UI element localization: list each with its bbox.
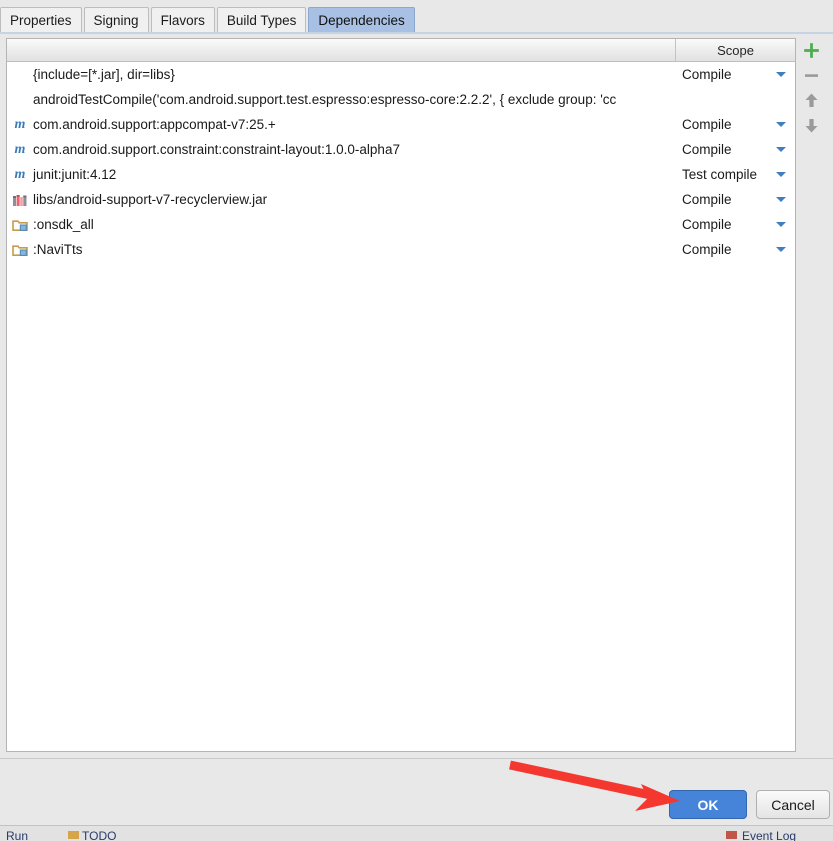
chevron-down-icon[interactable] [776, 247, 786, 252]
dependency-name-cell[interactable]: m com.android.support.constraint:constra… [7, 142, 676, 158]
cancel-button[interactable]: Cancel [756, 790, 830, 819]
scope-cell[interactable]: Compile [676, 217, 795, 232]
event-log-icon [726, 831, 737, 839]
jar-icon [12, 192, 28, 208]
dependency-label: :onsdk_all [33, 217, 94, 232]
dependency-toolbar [797, 38, 826, 752]
scope-cell[interactable]: Compile [676, 117, 795, 132]
table-row[interactable]: m junit:junit:4.12 Test compile [7, 162, 795, 187]
status-run-tool[interactable]: Run [6, 829, 28, 841]
scope-label: Compile [682, 142, 732, 157]
table-row[interactable]: :NaviTts Compile [7, 237, 795, 262]
ide-status-bar: Run TODO Event Log [0, 825, 833, 841]
move-up-button[interactable] [797, 88, 826, 113]
dependency-name-cell[interactable]: libs/android-support-v7-recyclerview.jar [7, 192, 676, 208]
dependency-name-cell[interactable]: androidTestCompile('com.android.support.… [7, 92, 676, 108]
scope-cell[interactable]: Compile [676, 142, 795, 157]
move-down-button[interactable] [797, 113, 826, 138]
scope-label: Compile [682, 242, 732, 257]
todo-icon [68, 831, 79, 839]
chevron-down-icon[interactable] [776, 197, 786, 202]
dependency-label: com.android.support:appcompat-v7:25.+ [33, 117, 276, 132]
dependency-name-cell[interactable]: :NaviTts [7, 242, 676, 258]
no-icon [12, 92, 28, 108]
table-row[interactable]: :onsdk_all Compile [7, 212, 795, 237]
scope-label: Compile [682, 217, 732, 232]
status-event-log-tool[interactable]: Event Log [742, 829, 796, 841]
scope-cell[interactable]: Test compile [676, 167, 795, 182]
chevron-down-icon[interactable] [776, 147, 786, 152]
dependencies-pane: Scope {include=[*.jar], dir=libs} Compil… [0, 35, 833, 755]
chevron-down-icon[interactable] [776, 172, 786, 177]
minus-icon [805, 74, 818, 77]
remove-dependency-button[interactable] [797, 63, 826, 88]
dependencies-table[interactable]: Scope {include=[*.jar], dir=libs} Compil… [6, 38, 796, 752]
table-row[interactable]: {include=[*.jar], dir=libs} Compile [7, 62, 795, 87]
dependency-name-cell[interactable]: {include=[*.jar], dir=libs} [7, 67, 676, 83]
tab-properties[interactable]: Properties [0, 7, 82, 33]
table-body: {include=[*.jar], dir=libs} Compile andr… [7, 62, 795, 751]
arrow-down-icon [805, 119, 818, 133]
dependency-label: androidTestCompile('com.android.support.… [33, 92, 617, 107]
table-row[interactable]: libs/android-support-v7-recyclerview.jar… [7, 187, 795, 212]
dependency-name-cell[interactable]: m com.android.support:appcompat-v7:25.+ [7, 117, 676, 133]
settings-tab-bar: Properties Signing Flavors Build Types D… [0, 0, 833, 33]
scope-label: Compile [682, 67, 732, 82]
scope-label: Compile [682, 117, 732, 132]
dependency-name-cell[interactable]: :onsdk_all [7, 217, 676, 233]
scope-cell[interactable]: Compile [676, 192, 795, 207]
tab-signing[interactable]: Signing [83, 7, 149, 33]
module-icon [12, 242, 28, 258]
tab-dependencies[interactable]: Dependencies [308, 7, 415, 33]
dependency-label: junit:junit:4.12 [33, 167, 117, 182]
dependency-name-cell[interactable]: m junit:junit:4.12 [7, 167, 676, 183]
scope-label: Compile [682, 192, 732, 207]
scope-label: Test compile [682, 167, 758, 182]
tab-underline [0, 32, 833, 34]
scope-cell[interactable]: Compile [676, 242, 795, 257]
chevron-down-icon[interactable] [776, 122, 786, 127]
table-row[interactable]: m com.android.support.constraint:constra… [7, 137, 795, 162]
maven-icon: m [14, 166, 26, 182]
chevron-down-icon[interactable] [776, 72, 786, 77]
module-icon [12, 217, 28, 233]
plus-icon [804, 43, 819, 58]
ok-button[interactable]: OK [669, 790, 747, 819]
status-todo-tool[interactable]: TODO [82, 829, 116, 841]
table-row[interactable]: m com.android.support:appcompat-v7:25.+ … [7, 112, 795, 137]
dependency-label: libs/android-support-v7-recyclerview.jar [33, 192, 268, 207]
dependency-label: com.android.support.constraint:constrain… [33, 142, 400, 157]
scope-cell[interactable]: Compile [676, 67, 795, 82]
dependency-label: :NaviTts [33, 242, 83, 257]
table-header-row: Scope [7, 39, 795, 62]
chevron-down-icon[interactable] [776, 222, 786, 227]
column-header-scope[interactable]: Scope [676, 39, 795, 61]
dependency-label: {include=[*.jar], dir=libs} [33, 67, 175, 82]
column-header-name[interactable] [7, 39, 676, 61]
table-row[interactable]: androidTestCompile('com.android.support.… [7, 87, 795, 112]
maven-icon: m [14, 141, 26, 157]
arrow-up-icon [805, 93, 818, 107]
no-icon [12, 67, 28, 83]
maven-icon: m [14, 116, 26, 132]
dialog-footer: OK Cancel [0, 759, 833, 825]
tab-flavors[interactable]: Flavors [150, 7, 215, 33]
tab-build-types[interactable]: Build Types [216, 7, 307, 33]
add-dependency-button[interactable] [797, 38, 826, 63]
